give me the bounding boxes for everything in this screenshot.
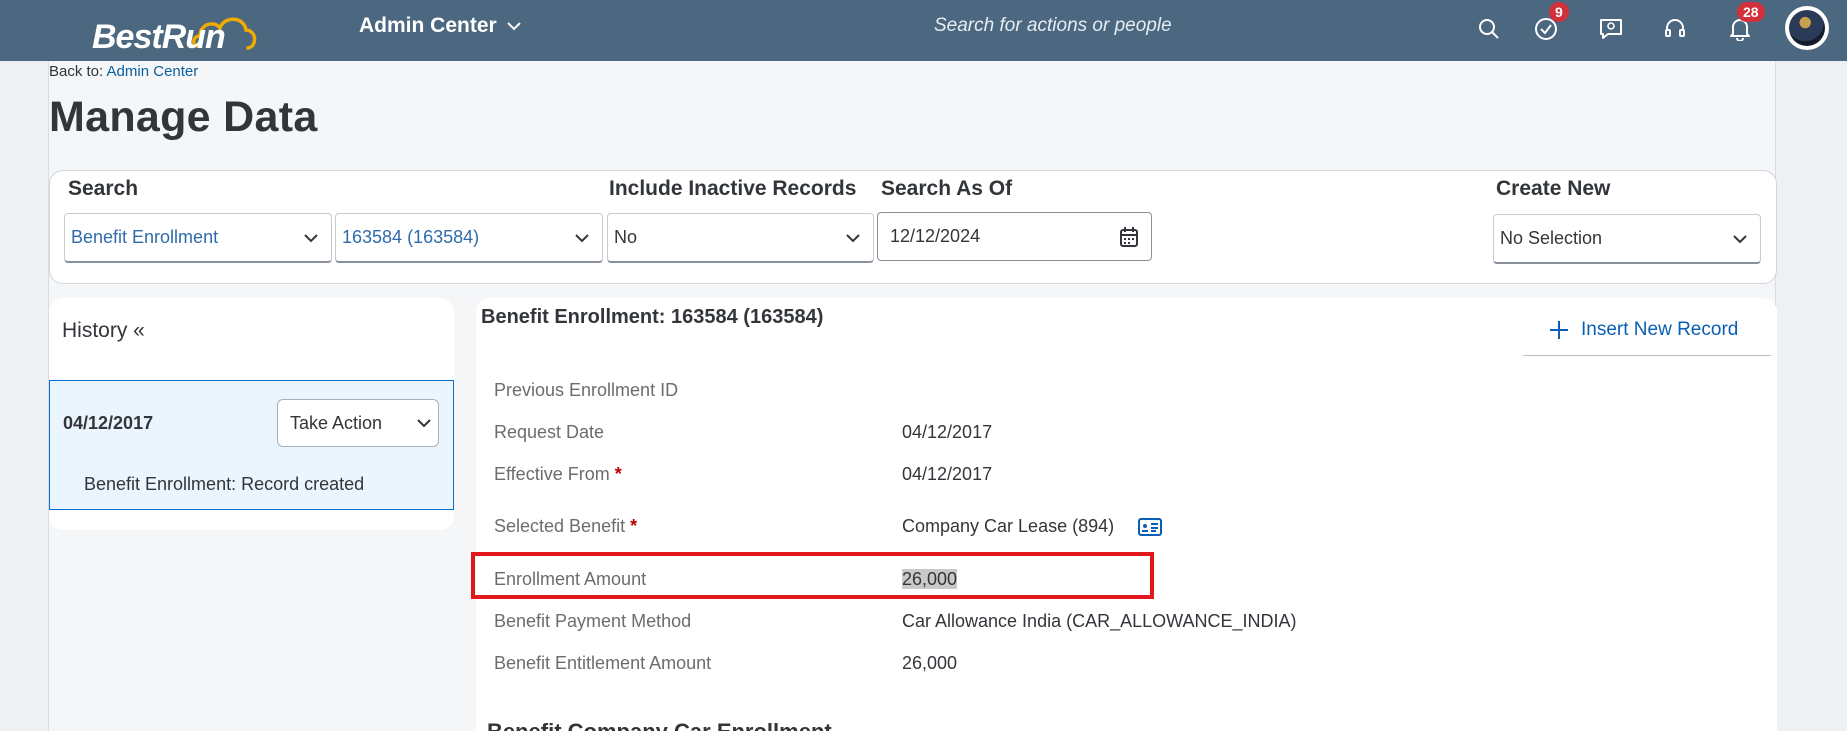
breadcrumb-prefix: Back to: [49, 63, 104, 80]
object-type-value: Benefit Enrollment [71, 227, 219, 247]
calendar-icon [1120, 226, 1138, 247]
entitlement-amount-label: Benefit Entitlement Amount [494, 653, 712, 673]
effective-from-field: Effective From * [494, 464, 622, 485]
support-button[interactable] [1658, 12, 1692, 46]
insert-new-record-button[interactable]: Insert New Record [1523, 304, 1771, 356]
entitlement-amount-value: 26,000 [902, 653, 958, 673]
chevron-down-icon [1733, 234, 1747, 243]
request-date-value: 04/12/2017 [902, 422, 993, 442]
chat-person-icon [1600, 19, 1622, 39]
global-search-input[interactable]: Search for actions or people [934, 15, 1172, 37]
search-as-of-label: Search As Of [881, 177, 1013, 200]
required-marker: * [630, 516, 638, 536]
chevron-down-icon [575, 233, 589, 242]
shell-bar: BestRun Admin Center Search for actions … [0, 0, 1847, 61]
benefit-details-button[interactable] [1138, 517, 1162, 537]
search-label: Search [68, 177, 139, 200]
chevron-down-icon [506, 22, 521, 31]
request-date-label: Request Date [494, 422, 605, 442]
effective-from-label: Effective From [494, 464, 610, 484]
notification-badge: 28 [1737, 2, 1765, 22]
avatar-image [1789, 10, 1825, 46]
highlight-box [471, 552, 1154, 599]
history-item-description: Benefit Enrollment: Record created [84, 474, 365, 494]
headset-icon [1665, 19, 1685, 37]
object-id-value: 163584 (163584) [342, 227, 480, 247]
search-as-of-date-input[interactable]: 12/12/2024 [877, 212, 1152, 261]
selected-benefit-label: Selected Benefit [494, 516, 626, 536]
notifications-button[interactable]: 28 [1723, 2, 1765, 46]
chevron-down-icon [846, 233, 860, 242]
breadcrumb: Back to: Admin Center [49, 63, 198, 80]
create-new-label: Create New [1496, 177, 1611, 200]
selected-benefit-field: Selected Benefit * [494, 516, 637, 537]
detail-title: Benefit Enrollment: 163584 (163584) [481, 306, 824, 328]
search-icon [1479, 19, 1499, 39]
create-new-value: No Selection [1500, 228, 1603, 248]
selected-benefit-value: Company Car Lease (894) [902, 516, 1115, 536]
section-title: Benefit Company Car Enrollment [487, 719, 832, 731]
feedback-button[interactable] [1594, 12, 1628, 46]
todo-badge: 9 [1549, 2, 1569, 22]
required-marker: * [614, 464, 622, 484]
insert-new-record-label: Insert New Record [1581, 318, 1739, 340]
search-button[interactable] [1472, 12, 1506, 46]
take-action-button[interactable]: Take Action [277, 399, 439, 447]
calendar-button[interactable] [1107, 226, 1151, 248]
object-type-select[interactable]: Benefit Enrollment [64, 213, 332, 263]
company-logo[interactable]: BestRun [90, 6, 260, 56]
user-avatar[interactable] [1785, 6, 1829, 50]
todo-button[interactable]: 9 [1529, 2, 1569, 46]
search-as-of-value: 12/12/2024 [890, 226, 981, 246]
history-toggle[interactable]: History « [62, 319, 145, 343]
chevron-down-icon [417, 419, 431, 428]
chevron-down-icon [304, 233, 318, 242]
object-id-select[interactable]: 163584 (163584) [335, 213, 603, 263]
business-card-icon [1138, 518, 1162, 536]
inactive-records-label: Include Inactive Records [609, 177, 857, 200]
previous-enrollment-label: Previous Enrollment ID [494, 380, 679, 400]
breadcrumb-link[interactable]: Admin Center [107, 63, 199, 80]
inactive-records-select[interactable]: No [607, 213, 874, 263]
page-title: Manage Data [49, 93, 318, 141]
payment-method-label: Benefit Payment Method [494, 611, 692, 631]
take-action-label: Take Action [290, 412, 383, 433]
payment-method-value: Car Allowance India (CAR_ALLOWANCE_INDIA… [902, 611, 1297, 631]
plus-icon [1550, 320, 1568, 339]
history-item-date: 04/12/2017 [63, 413, 154, 433]
inactive-records-value: No [614, 227, 638, 247]
effective-from-value: 04/12/2017 [902, 464, 993, 484]
app-title-menu[interactable]: Admin Center [359, 14, 521, 38]
app-title: Admin Center [359, 14, 497, 37]
logo-text: BestRun [92, 18, 226, 56]
create-new-select[interactable]: No Selection [1493, 214, 1761, 264]
